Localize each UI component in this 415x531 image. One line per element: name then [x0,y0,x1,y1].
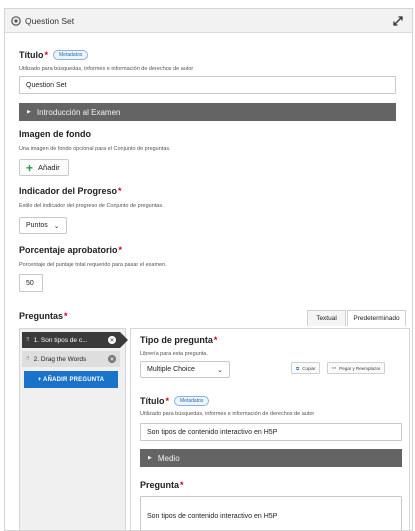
question-text-label: Pregunta * [140,480,184,490]
question-type-description: Librería para esta pregunta. [140,351,208,357]
tab-predeterminado[interactable]: Predeterminado [347,310,406,326]
fullscreen-icon[interactable] [392,15,404,27]
add-image-button[interactable]: + Añadir [19,159,69,176]
copy-button[interactable]: ⧉ Copiar [291,362,321,374]
question-list: ⠿ 1. Son tipos de c... ✕ ⠿ 2. Drag the W… [19,328,128,530]
question-type-select[interactable]: Multiple Choice ⌄ [140,361,230,378]
caret-right-icon: ▶ [27,109,31,115]
tab-textual[interactable]: Textual [307,310,346,326]
question-editor-panel: Tipo de pregunta * Librería para esta pre… [130,328,410,530]
title-description: Utilizado para búsquedas, informes e inf… [19,66,194,72]
pass-percentage-description: Porcentaje del puntaje total requerido p… [19,262,167,268]
progress-label: Indicador del Progreso * [19,186,122,196]
required-marker: * [165,396,170,406]
question-title-label-text: Título [140,396,165,406]
intro-accordion[interactable]: ▶ Introducción al Examen [19,103,396,121]
background-label: Imagen de fondo [19,129,91,139]
question-type-select-value: Multiple Choice [147,366,195,373]
editor-header: Question Set [5,9,412,33]
background-description: Una imagen de fondo opcional para el Con… [19,146,171,152]
editor-title: Question Set [25,15,75,26]
question-type-label-text: Tipo de pregunta [140,335,213,345]
editor-frame: Question Set Título * Metadatos Utilizado… [4,8,413,531]
title-label: Título * Metadatos [19,50,89,60]
required-marker: * [118,186,122,196]
progress-select-value: Puntos [26,222,48,229]
question-text-editor[interactable]: Son tipos de contenido interactivo en H5… [140,496,402,530]
metadata-button[interactable]: Metadatos [174,396,210,406]
required-marker: * [213,335,218,345]
required-marker: * [44,50,49,60]
drag-handle-icon[interactable]: ⠿ [26,356,30,362]
required-marker: * [180,480,184,490]
copy-icon: ⧉ [296,365,300,371]
pass-percentage-label-text: Porcentaje aprobatorio [19,245,118,255]
progress-select[interactable]: Puntos ⌄ [19,217,67,234]
media-accordion[interactable]: ▶ Medio [140,449,402,467]
editor-content: Título * Metadatos Utilizado para búsqued… [5,33,412,530]
required-marker: * [64,311,68,321]
title-input[interactable]: Question Set [19,76,396,94]
questions-label: Preguntas * [19,311,68,321]
progress-description: Estilo del indicador del progreso de Con… [19,203,164,209]
question-title-description: Utilizado para búsquedas, informes e inf… [140,411,315,417]
question-item-2[interactable]: ⠿ 2. Drag the Words ✕ [22,351,120,367]
media-accordion-label: Medio [157,453,180,463]
question-item-1[interactable]: ⠿ 1. Son tipos de c... ✕ [22,332,120,348]
remove-icon[interactable]: ✕ [108,336,116,344]
question-type-label: Tipo de pregunta * [140,335,217,345]
add-image-label: Añadir [38,163,60,172]
copy-label: Copiar [302,365,316,371]
add-question-button[interactable]: + AÑADIR PREGUNTA [24,371,118,388]
progress-label-text: Indicador del Progreso [19,186,118,196]
caret-right-icon: ▶ [148,455,152,461]
title-label-text: Título [19,50,44,60]
intro-accordion-label: Introducción al Examen [36,107,121,117]
chevron-down-icon: ⌄ [53,222,60,230]
required-marker: * [118,245,123,255]
paste-replace-label: Pegar y Reemplazar [339,365,381,371]
pass-percentage-label: Porcentaje aprobatorio * [19,245,122,255]
questions-label-text: Preguntas [19,311,64,321]
question-title-label: Título * Metadatos [140,396,210,406]
question-item-1-label: 1. Son tipos de c... [33,336,88,344]
chevron-down-icon: ⌄ [217,366,223,374]
question-item-2-label: 2. Drag the Words [33,355,87,363]
paste-replace-button[interactable]: ▭ Pegar y Reemplazar [327,362,386,374]
clipboard-icon: ▭ [332,365,337,370]
drag-handle-icon[interactable]: ⠿ [26,337,30,343]
active-pointer-icon [120,332,128,348]
plus-icon: + [26,160,34,175]
remove-icon[interactable]: ✕ [108,355,116,363]
h5p-hub-icon [11,15,21,26]
question-title-input[interactable]: Son tipos de contenido interactivo en H5… [140,423,402,441]
pass-percentage-input[interactable]: 50 [19,274,43,292]
metadata-button[interactable]: Metadatos [53,50,89,60]
question-text-label-text: Pregunta [140,480,180,490]
